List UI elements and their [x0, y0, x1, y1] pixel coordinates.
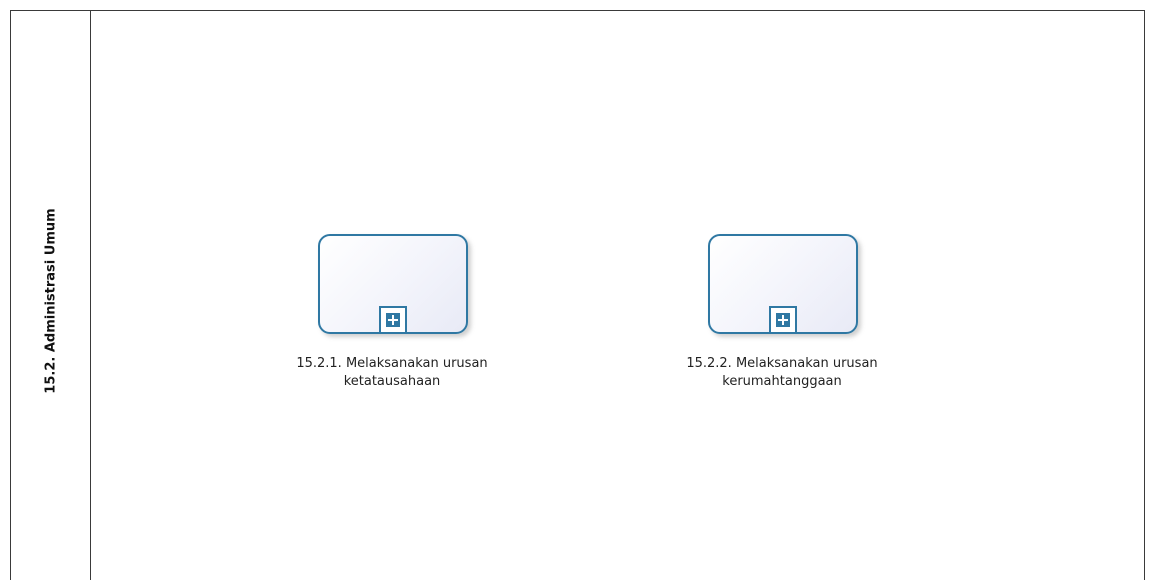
task-label-line: ketatausahaan — [343, 374, 441, 389]
lane-title: 15.2. Administrasi Umum — [43, 208, 59, 394]
plus-icon — [776, 313, 790, 327]
plus-icon — [386, 313, 400, 327]
task-label: 15.2.1. Melaksanakan urusan ketatausahaa… — [262, 355, 522, 391]
swimlane: 15.2. Administrasi Umum — [10, 10, 1145, 580]
subprocess-task-kerumahtanggaan[interactable] — [708, 234, 858, 334]
diagram-canvas: 15.2. Administrasi Umum 15.2.1. Melaksan… — [0, 0, 1154, 580]
task-label-line: kerumahtanggaan — [722, 374, 842, 389]
expand-subprocess-marker[interactable] — [769, 306, 797, 334]
expand-subprocess-marker[interactable] — [379, 306, 407, 334]
subprocess-task-ketatausahaan[interactable] — [318, 234, 468, 334]
task-label-line: 15.2.1. Melaksanakan urusan — [296, 356, 488, 371]
lane-header[interactable]: 15.2. Administrasi Umum — [11, 11, 91, 580]
task-label-line: 15.2.2. Melaksanakan urusan — [686, 356, 878, 371]
task-label: 15.2.2. Melaksanakan urusan kerumahtangg… — [652, 355, 912, 391]
